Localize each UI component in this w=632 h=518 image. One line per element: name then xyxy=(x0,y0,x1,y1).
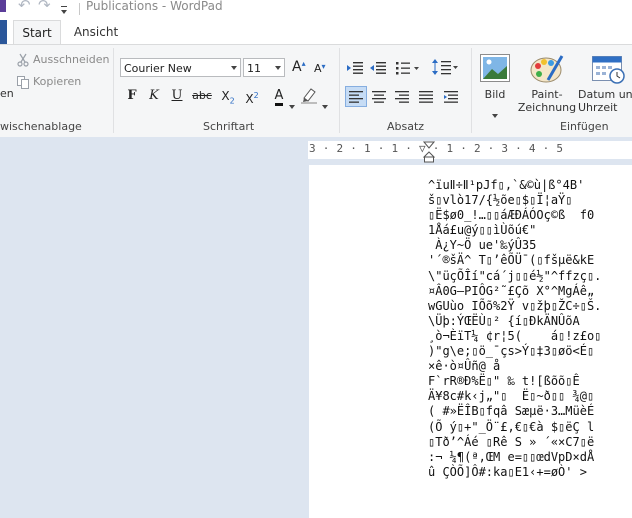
document-line: Ä¥8c#k‹j„"▯ Ë▯~ð▯▯ ¾@▯ xyxy=(428,389,595,404)
titlebar-separator xyxy=(79,3,80,15)
decrease-indent-icon[interactable] xyxy=(347,60,363,79)
cut-button[interactable]: Ausschneiden xyxy=(33,53,110,66)
paint-palette-icon[interactable] xyxy=(530,52,564,88)
copy-button[interactable]: Kopieren xyxy=(33,75,81,88)
document-line: ^ïuⅡ÷Ⅱ¹pJf▯,`&©ù|ß°4B' xyxy=(428,178,585,192)
document-line: À¿Y~Ö ue'‰ýÛ35 xyxy=(428,238,537,253)
scissors-icon xyxy=(17,52,29,71)
document-line: '´®šÄ^ T▯’êÕÜ¯(▯fšµë&kE xyxy=(428,253,595,268)
tab-home[interactable]: Start xyxy=(13,20,61,45)
group-separator xyxy=(471,48,472,133)
document-line: \Üþ:ÝŒËÙ▯² {í▯ÐkÄNÛõA xyxy=(428,313,580,328)
grow-font-button[interactable]: A▴ xyxy=(292,59,306,75)
document-line: (Õ ý▯+"_Ö¨£,€▯€à $▯ëÇ l xyxy=(428,419,595,434)
subscript-index: 2 xyxy=(229,96,235,106)
align-center-button[interactable] xyxy=(369,87,389,110)
document-line: ( #»ËÎB▯fqâ Sæµë·3…MüèÉ xyxy=(428,404,595,419)
chevron-down-icon[interactable] xyxy=(289,94,295,113)
calendar-clock-icon[interactable] xyxy=(592,53,626,89)
document-line: ¤Â0G—PIÔG²˜£Çõ X°^MgÁê„ xyxy=(428,283,595,298)
tab-view[interactable]: Ansicht xyxy=(66,20,126,44)
superscript-index: 2 xyxy=(253,91,259,100)
strikethrough-button[interactable]: abc xyxy=(192,86,212,106)
window-title: Publications - WordPad xyxy=(86,0,223,13)
paint-label-line1: Paint- xyxy=(531,88,563,101)
subscript-button[interactable]: X2 xyxy=(218,86,238,106)
caret-down-icon: ▾ xyxy=(321,62,326,71)
chevron-down-icon[interactable] xyxy=(322,94,328,113)
font-family-value: Courier New xyxy=(124,62,192,75)
document-line: ▯Ë$ø0_!…▯▯áÆÐÁÓOç©ß f0 xyxy=(428,208,595,223)
ruler-ticks: 3 · 2 · 1 · 1 · ▽ · 1 · 2 · 3 · 4 · 5 xyxy=(309,142,564,155)
document-line: ¸ò¬ÈïT¼ ¢r¦5( á▯!z£o▯ xyxy=(428,328,602,343)
tab-file[interactable] xyxy=(0,20,7,44)
insert-picture-button[interactable]: Bild xyxy=(481,88,509,101)
document-line: wGUùo IÕõ%2Ÿ v▯žþ▯ŽC÷▯Š. xyxy=(428,298,602,313)
copy-icon xyxy=(17,74,29,93)
document-line: )"g\e;▯ö_¯çs>Ý▯‡3▯øö<É▯ xyxy=(428,344,595,359)
chevron-down-icon[interactable] xyxy=(492,103,498,122)
align-left-button[interactable] xyxy=(345,86,367,107)
align-right-button[interactable] xyxy=(392,87,412,110)
underline-button[interactable]: U xyxy=(167,86,187,106)
insert-paint-drawing-button[interactable]: Paint- Zeichnung xyxy=(517,88,577,114)
insert-group-label: Einfügen xyxy=(560,120,609,133)
document-line: \"üçÕÎí"cá´j▯▯é½"^ffzç▯. xyxy=(428,268,602,283)
font-family-select[interactable]: Courier New xyxy=(120,58,241,77)
chevron-down-icon xyxy=(231,66,237,70)
document-line: û ÇÒÕ]Ô#:ka▯E1‹+=øÒ' > xyxy=(428,464,587,479)
chevron-down-icon xyxy=(275,66,281,70)
wordpad-app-icon[interactable] xyxy=(0,0,6,12)
document-text[interactable]: ^ïuⅡ÷Ⅱ¹pJf▯,`&©ù|ß°4B' š▯vlò17/{½õe▯$▯Ï¦a… xyxy=(428,178,601,480)
redo-icon[interactable]: ↷ xyxy=(38,0,51,14)
paragraph-group-label: Absatz xyxy=(387,120,425,133)
date-label-line1: Datum und xyxy=(578,88,632,101)
grow-font-label: A xyxy=(292,59,302,75)
font-size-select[interactable]: 11 xyxy=(243,58,285,77)
paint-label-line2: Zeichnung xyxy=(517,101,577,114)
indent-marker-icon[interactable] xyxy=(422,141,436,167)
picture-icon[interactable] xyxy=(480,54,510,86)
clipboard-group-label: wischenablage xyxy=(0,120,82,133)
shrink-font-button[interactable]: A▾ xyxy=(314,62,326,75)
line-spacing-icon[interactable] xyxy=(432,59,458,79)
date-label-line2: Uhrzeit xyxy=(578,101,618,114)
document-line: ×ê·ò¤Ûñ@ å xyxy=(428,359,501,374)
superscript-button[interactable]: X2 xyxy=(242,86,262,106)
paste-button-label[interactable]: en xyxy=(0,87,14,100)
undo-icon[interactable]: ↶ xyxy=(18,0,31,14)
increase-indent-icon[interactable] xyxy=(370,60,386,79)
document-line: F`rR®Ð%Ë▯" ‰ t![ßõõ▯Ê xyxy=(428,374,580,389)
text-color-letter: A xyxy=(274,89,284,106)
group-separator xyxy=(339,48,340,133)
text-color-button[interactable]: A xyxy=(269,86,289,106)
highlighter-icon[interactable] xyxy=(300,87,318,109)
document-line: :¬ ¼¶(ª,ŒM e=▯▯œdVpD×dÅ xyxy=(428,449,595,464)
superscript-label: X xyxy=(245,92,254,106)
insert-date-time-button[interactable]: Datum und Uhrzeit xyxy=(578,88,632,114)
font-size-value: 11 xyxy=(247,62,261,75)
document-line: 1Åá£u@ý▯▯ìÙõú€" xyxy=(428,223,537,238)
group-separator xyxy=(113,48,114,133)
customize-quick-access-icon[interactable] xyxy=(61,1,67,14)
bold-button[interactable]: F xyxy=(122,86,142,106)
subscript-label: X xyxy=(221,89,230,103)
document-line: ▯Tð’^Áé ▯Rê S » ´«×C7▯ë xyxy=(428,434,595,449)
font-group-label: Schriftart xyxy=(203,120,255,133)
paragraph-settings-icon[interactable] xyxy=(441,87,461,110)
italic-button[interactable]: K xyxy=(144,86,164,106)
caret-up-icon: ▴ xyxy=(301,59,306,68)
document-line: š▯vlò17/{½õe▯$▯Ï¦aŸ▯ xyxy=(428,193,573,208)
bullet-list-icon[interactable] xyxy=(396,60,420,79)
shrink-font-label: A xyxy=(314,62,322,75)
justify-button[interactable] xyxy=(416,87,436,110)
